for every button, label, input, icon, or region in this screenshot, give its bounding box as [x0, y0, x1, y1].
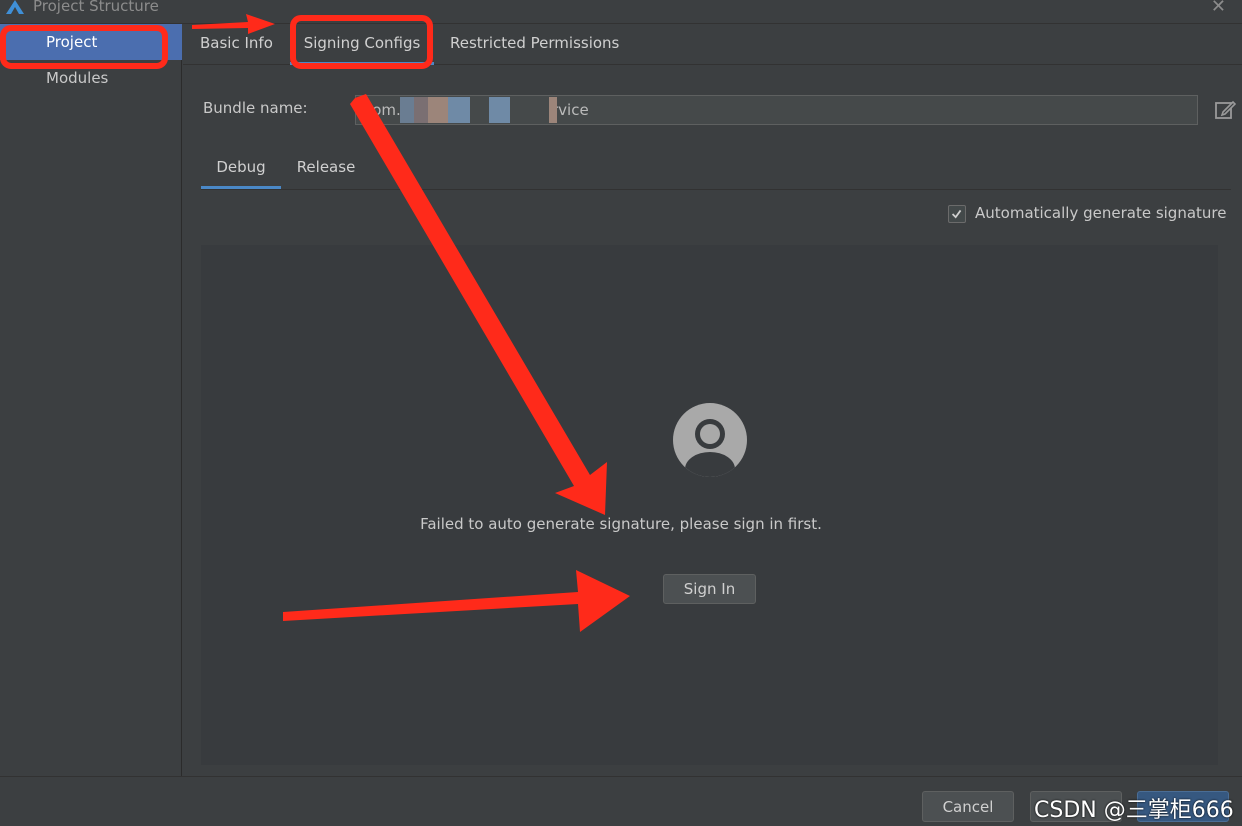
sidebar-item-project[interactable]: Project [0, 24, 182, 60]
watermark-text: CSDN @三掌柜666 [1034, 798, 1234, 823]
signing-panel [201, 245, 1218, 765]
tab-bar: Basic Info Signing Configs Restricted Pe… [183, 24, 1242, 65]
checkmark-icon [951, 209, 962, 219]
tab-restricted-permissions[interactable]: Restricted Permissions [450, 24, 619, 65]
bundle-name-field[interactable]: com.h rvice [355, 95, 1198, 125]
redaction-block [549, 97, 557, 123]
bundle-name-value-end: rvice [552, 101, 589, 119]
cancel-button[interactable]: Cancel [922, 791, 1014, 822]
auto-signature-label: Automatically generate signature [975, 204, 1227, 222]
sidebar-item-modules[interactable]: Modules [0, 60, 182, 96]
tab-signing-configs[interactable]: Signing Configs [290, 24, 434, 65]
sign-in-button[interactable]: Sign In [663, 574, 756, 604]
sidebar-item-label: Project [46, 33, 98, 51]
redaction-block [489, 97, 510, 123]
bundle-name-label: Bundle name: [203, 99, 308, 117]
title-bar: Project Structure ✕ [0, 0, 1242, 24]
redaction-block [400, 97, 470, 123]
tab-debug[interactable]: Debug [201, 150, 281, 189]
window-title: Project Structure [33, 0, 159, 15]
tab-basic-info[interactable]: Basic Info [200, 24, 273, 65]
avatar-icon [673, 403, 747, 477]
close-icon[interactable]: ✕ [1211, 0, 1226, 17]
sign-in-required-message: Failed to auto generate signature, pleas… [420, 515, 822, 533]
app-logo-icon [6, 0, 24, 14]
edit-icon[interactable] [1214, 99, 1236, 121]
tab-release[interactable]: Release [287, 150, 365, 189]
auto-signature-checkbox[interactable] [948, 205, 966, 223]
sidebar: Project Modules [0, 24, 182, 776]
sub-tab-bar: Debug Release [201, 150, 1231, 190]
sidebar-item-label: Modules [46, 69, 109, 87]
